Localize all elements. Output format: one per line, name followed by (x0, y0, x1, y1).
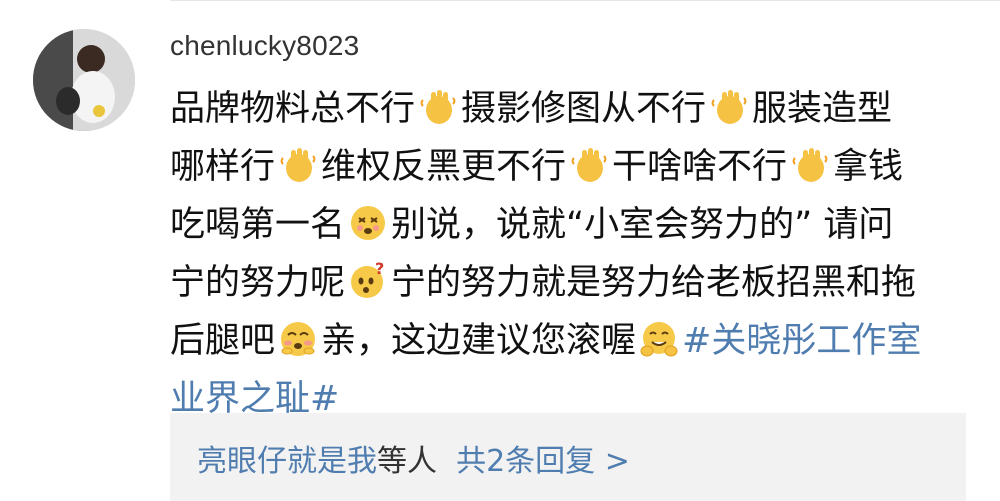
comment-segment: 别说，说就“小室会努力的” 请问 (391, 205, 894, 245)
comment-segment: 宁的努力就是努力给老板招黑和拖 (391, 263, 917, 303)
comment-segment: 宁的努力呢 (170, 263, 346, 303)
comment-segment: 品牌物料总不行 (170, 89, 416, 129)
avatar-photo-icon (33, 29, 135, 131)
comment-line: 哪样行 维权反黑更不行 干啥啥不行 拿钱 (170, 138, 970, 196)
reply-username[interactable]: 亮眼仔就是我 (197, 444, 377, 479)
hashtag-link[interactable]: #关晓彤工作室 (682, 321, 921, 361)
comment-line: 宁的努力呢? 宁的努力就是努力给老板招黑和拖 (170, 254, 970, 312)
comment-segment: 亲，这边建议您滚喔 (321, 321, 637, 361)
waving-hand-icon (708, 86, 750, 128)
hugging-face-icon (638, 318, 680, 360)
flushed-face-icon (277, 318, 319, 360)
comment-segment: 后腿吧 (170, 321, 276, 361)
comment-line: 后腿吧 亲，这边建议您滚喔 #关晓彤工作室 (170, 312, 970, 370)
reply-summary[interactable]: 亮眼仔就是我等人 共2条回复 > (197, 436, 630, 480)
waving-hand-icon (417, 86, 459, 128)
waving-hand-icon (568, 144, 610, 186)
comment-text: 品牌物料总不行 摄影修图从不行 服装造型 哪样行 维权反黑更不行 干啥啥不行 拿钱 吃喝第… (170, 80, 970, 428)
comment-segment: 维权反黑更不行 (321, 147, 567, 187)
comment-line: 吃喝第一名 别说，说就“小室会努力的” 请问 (170, 196, 970, 254)
avatar[interactable] (33, 29, 135, 131)
comment-segment: 服装造型 (752, 89, 893, 129)
reply-count-link[interactable]: 共2条回复 > (456, 444, 630, 479)
thinking-face-icon: ? (347, 260, 389, 302)
waving-hand-icon (789, 144, 831, 186)
username[interactable]: chenlucky8023 (170, 30, 359, 62)
comment-segment: 拿钱 (833, 147, 904, 187)
comment-segment: 干啥啥不行 (612, 147, 788, 187)
dizzy-face-icon (347, 202, 389, 244)
comment-segment: 吃喝第一名 (170, 205, 346, 245)
reply-others-text: 等人 (377, 444, 437, 479)
reply-preview[interactable]: 亮眼仔就是我等人 共2条回复 > (170, 413, 966, 501)
waving-hand-icon (277, 144, 319, 186)
comment-segment: 哪样行 (170, 147, 276, 187)
comment-line: 品牌物料总不行 摄影修图从不行 服装造型 (170, 80, 970, 138)
svg-text:?: ? (375, 260, 384, 278)
top-divider (170, 0, 1000, 1)
comment-segment: 摄影修图从不行 (461, 89, 707, 129)
